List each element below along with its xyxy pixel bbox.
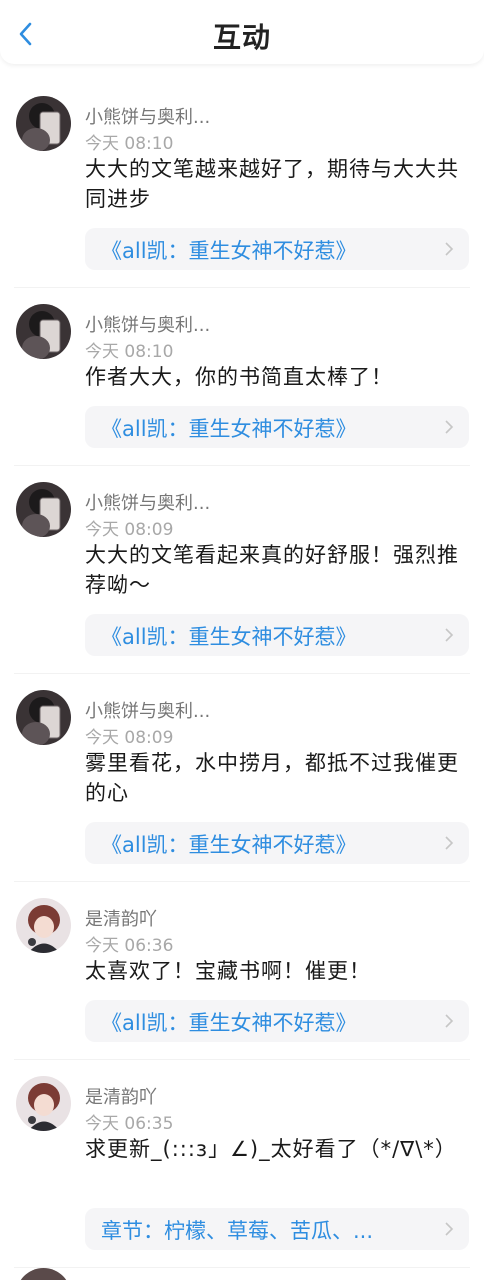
timestamp: 今天 06:35 (85, 1114, 174, 1134)
username[interactable]: 是清韵吖 (85, 1083, 157, 1109)
comment-text: 大大的文笔越来越好了，期待与大大共同进步 (85, 157, 459, 211)
book-link[interactable]: 《all凯：重生女神不好惹》 (85, 228, 469, 270)
top-bar: 互动 (0, 0, 484, 64)
timestamp: 今天 06:36 (85, 936, 174, 956)
comment-item[interactable]: 小熊饼与奥利... 今天 08:09 雾里看花，水中捞月，都抵不过我催更的心 《… (14, 674, 470, 882)
comment-item[interactable]: 是清韵吖 今天 06:35 求更新_(:::з」∠)_太好看了（*/∇\*） 章… (14, 1060, 470, 1268)
avatar[interactable] (16, 1076, 71, 1131)
username[interactable]: 小熊饼与奥利... (85, 489, 210, 515)
user-avatar-image (16, 304, 71, 359)
comment-text: 作者大大，你的书简直太棒了！ (85, 365, 393, 389)
chevron-right-icon (445, 420, 454, 434)
chevron-right-icon (445, 628, 454, 642)
username[interactable]: 小熊饼与奥利... (85, 697, 210, 723)
avatar[interactable] (16, 482, 71, 537)
chapter-title: 章节：柠檬、草莓、苦瓜、... (101, 1219, 374, 1243)
user-avatar-image (16, 1076, 71, 1131)
book-title: 《all凯：重生女神不好惹》 (101, 833, 357, 857)
timestamp: 今天 08:09 (85, 728, 174, 748)
user-avatar-image (16, 898, 71, 953)
book-title: 《all凯：重生女神不好惹》 (101, 417, 357, 441)
comment-text: 大大的文笔看起来真的好舒服！强烈推荐呦～ (85, 543, 459, 597)
chevron-right-icon (445, 836, 454, 850)
username[interactable]: 是清韵吖 (85, 905, 157, 931)
avatar[interactable] (16, 690, 71, 745)
username[interactable]: 小熊饼与奥利... (85, 103, 210, 129)
book-link[interactable]: 《all凯：重生女神不好惹》 (85, 406, 469, 448)
timestamp: 今天 08:10 (85, 342, 174, 362)
chevron-right-icon (445, 1014, 454, 1028)
comment-item[interactable]: 是清韵吖 今天 06:36 太喜欢了！宝藏书啊！催更！ 《all凯：重生女神不好… (14, 882, 470, 1060)
comment-item[interactable]: 小熊饼与奥利... 今天 08:09 大大的文笔看起来真的好舒服！强烈推荐呦～ … (14, 466, 470, 674)
user-avatar-image (16, 690, 71, 745)
page-title: 互动 (212, 21, 271, 54)
book-link[interactable]: 《all凯：重生女神不好惹》 (85, 822, 469, 864)
comment-item[interactable]: 小熊饼与奥利... 今天 08:10 大大的文笔越来越好了，期待与大大共同进步 … (14, 80, 470, 288)
user-avatar-image (16, 96, 71, 151)
comment-item[interactable]: 小熊饼与奥利... 今天 08:10 作者大大，你的书简直太棒了！ 《all凯：… (14, 288, 470, 466)
comment-text: 雾里看花，水中捞月，都抵不过我催更的心 (85, 751, 459, 805)
user-avatar-image (16, 482, 71, 537)
username[interactable]: 小熊饼与奥利... (85, 311, 210, 337)
timestamp: 今天 08:10 (85, 134, 174, 154)
book-title: 《all凯：重生女神不好惹》 (101, 1011, 357, 1035)
avatar[interactable] (16, 96, 71, 151)
timestamp: 今天 08:09 (85, 520, 174, 540)
avatar[interactable] (16, 898, 71, 953)
book-link[interactable]: 《all凯：重生女神不好惹》 (85, 1000, 469, 1042)
comment-text: 太喜欢了！宝藏书啊！催更！ (85, 959, 371, 983)
comment-feed[interactable]: 小熊饼与奥利... 今天 08:10 大大的文笔越来越好了，期待与大大共同进步 … (0, 80, 484, 1268)
interaction-page: 互动 小熊饼与奥利... 今天 08:10 大大的文笔越来越好了，期待与大大共同… (0, 0, 484, 1280)
chevron-right-icon (445, 242, 454, 256)
book-link[interactable]: 《all凯：重生女神不好惹》 (85, 614, 469, 656)
chevron-right-icon (445, 1222, 454, 1236)
comment-text: 求更新_(:::з」∠)_太好看了（*/∇\*） (85, 1137, 457, 1161)
book-title: 《all凯：重生女神不好惹》 (101, 239, 357, 263)
chapter-link[interactable]: 章节：柠檬、草莓、苦瓜、... (85, 1208, 469, 1250)
book-title: 《all凯：重生女神不好惹》 (101, 625, 357, 649)
avatar[interactable] (16, 1268, 71, 1280)
avatar[interactable] (16, 304, 71, 359)
